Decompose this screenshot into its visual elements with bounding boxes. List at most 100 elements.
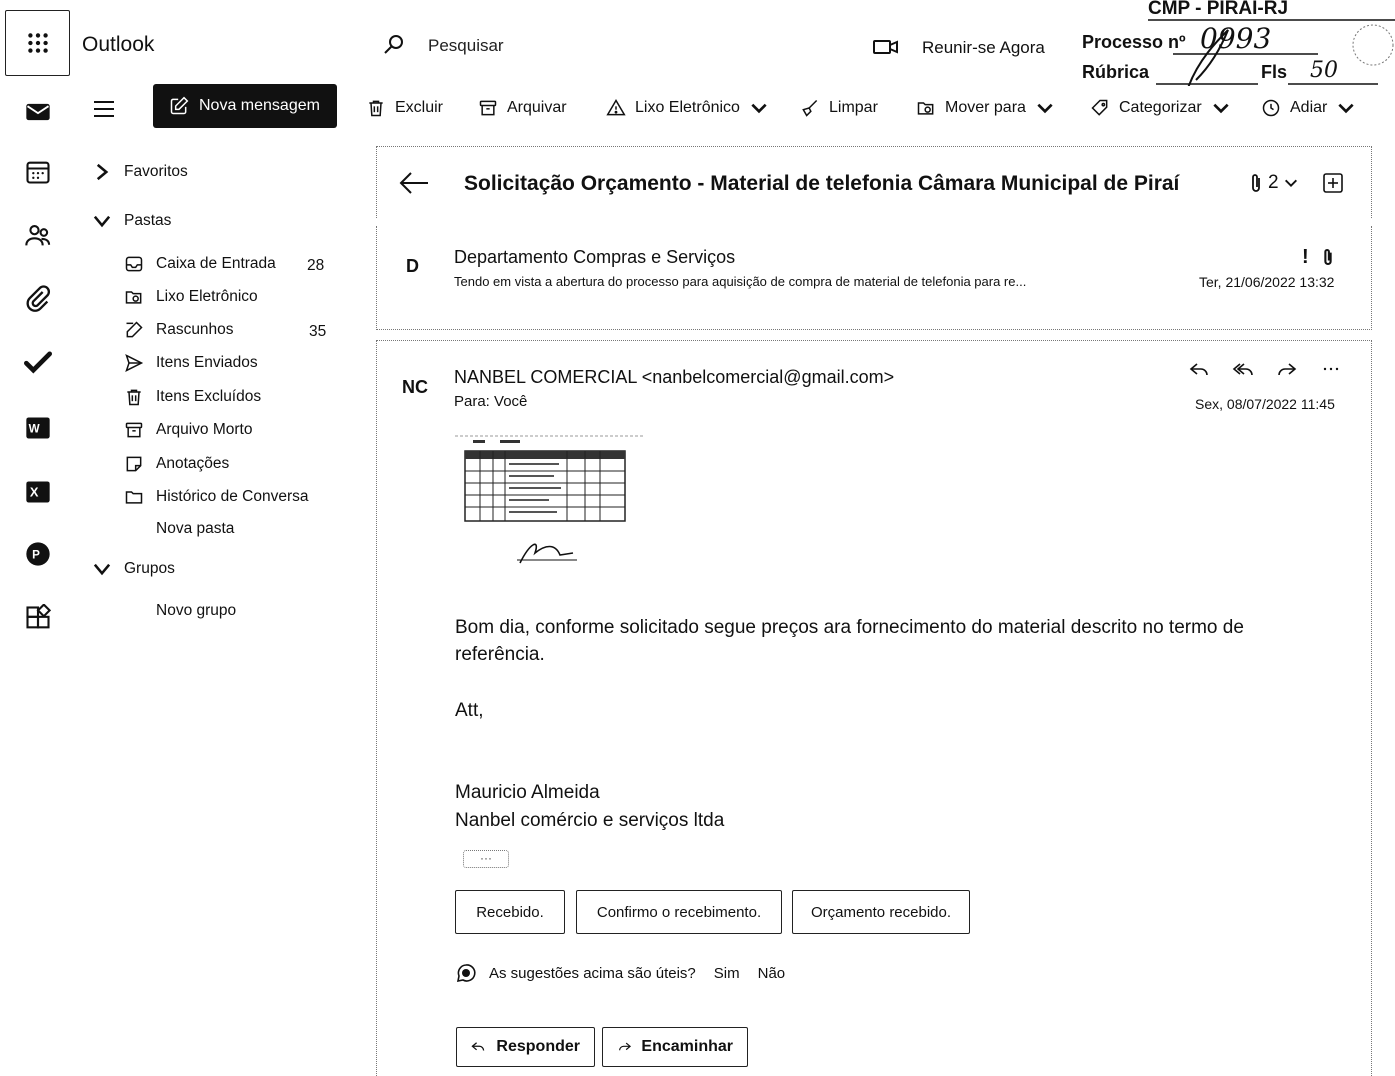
junk-label: Lixo Eletrônico [635,99,740,116]
more-actions-icon[interactable] [1320,358,1342,380]
new-group-link[interactable]: Novo grupo [156,602,236,620]
attachments-dropdown[interactable]: 2 [1248,172,1299,194]
tag-icon [1090,98,1110,118]
avatar: NC [402,377,428,397]
folder-label: Histórico de Conversa [156,488,309,505]
show-more-button[interactable]: ··· [463,850,509,868]
folder-label: Itens Enviados [156,354,258,371]
embedded-document-image [455,433,645,583]
search-icon[interactable] [382,32,406,56]
folder-count: 35 [309,323,327,340]
feedback-no-link[interactable]: Não [758,965,786,982]
archive-icon [124,420,144,440]
forward-button[interactable]: Encaminhar [602,1027,748,1067]
popout-icon[interactable] [1322,172,1344,194]
move-folder-icon [916,98,936,118]
junk-button[interactable]: Lixo Eletrônico [606,96,769,120]
categorize-button[interactable]: Categorizar [1090,96,1231,120]
nav-folders-label: Pastas [124,212,172,229]
sweep-label: Limpar [829,99,878,116]
folder-inbox[interactable]: Caixa de Entrada [124,254,276,274]
back-arrow-icon[interactable] [398,170,430,196]
forward-icon[interactable] [1276,358,1298,380]
people-icon[interactable] [24,222,52,250]
folder-notes[interactable]: Anotações [124,454,229,474]
feedback-yes-link[interactable]: Sim [714,965,740,982]
archive-button[interactable]: Arquivar [478,96,567,120]
folder-drafts[interactable]: Rascunhos [124,320,234,340]
word-icon[interactable]: W [24,414,52,442]
folder-junk[interactable]: Lixo Eletrônico [124,287,258,307]
archive-label: Arquivar [507,99,567,116]
junk-icon [124,287,144,307]
suggested-reply-button[interactable]: Recebido. [455,890,565,934]
avatar: D [406,256,419,276]
message-body-line: Bom dia, conforme solicitado segue preço… [455,617,1244,638]
search-input[interactable]: Pesquisar [428,36,504,56]
thread-subject: Solicitação Orçamento - Material de tele… [464,172,1180,195]
chevron-right-icon [92,162,112,182]
chevron-down-icon [1035,98,1055,118]
svg-text:W: W [29,423,40,436]
forward-label: Encaminhar [641,1038,733,1055]
nav-favorites[interactable]: Favoritos [92,162,188,182]
notes-icon [124,454,144,474]
chevron-down-icon [749,98,769,118]
deleted-icon [124,387,144,407]
folder-label: Rascunhos [156,321,234,338]
video-icon[interactable] [872,38,900,56]
move-to-button[interactable]: Mover para [916,96,1055,120]
excel-icon[interactable]: X [24,478,52,506]
reply-label: Responder [496,1038,580,1055]
mail-icon[interactable] [24,98,52,126]
sent-icon [124,353,144,373]
chevron-down-icon [92,559,112,579]
folder-sent[interactable]: Itens Enviados [124,353,258,373]
feedback-icon [455,962,477,984]
meet-now-button[interactable]: Reunir-se Agora [922,38,1045,58]
nav-groups[interactable]: Grupos [92,559,175,579]
message-date: Sex, 08/07/2022 11:45 [1195,396,1335,412]
folder-deleted[interactable]: Itens Excluídos [124,387,261,407]
suggested-reply-button[interactable]: Orçamento recebido. [792,890,970,934]
nav-groups-label: Grupos [124,560,175,577]
signature-name: Mauricio Almeida [455,782,600,803]
apps-icon[interactable] [24,604,52,632]
reply-icon[interactable] [1188,358,1210,380]
folder-label: Caixa de Entrada [156,255,276,272]
message-preview: Tendo em vista a abertura do processo pa… [454,274,1027,289]
trash-icon [366,98,386,118]
reply-button[interactable]: Responder [456,1027,595,1067]
todo-check-icon[interactable] [24,348,52,376]
snooze-button[interactable]: Adiar [1261,96,1356,120]
app-launcher-button[interactable] [5,10,70,76]
warning-triangle-icon [606,98,626,118]
nav-favorites-label: Favoritos [124,163,188,180]
new-folder-link[interactable]: Nova pasta [156,520,234,538]
archive-icon [478,98,498,118]
attachment-icon[interactable] [24,285,52,313]
message-flags: ! [1302,246,1335,269]
message-actions [1188,358,1342,380]
suggested-reply-button[interactable]: Confirmo o recebimento. [576,890,782,934]
sweep-button[interactable]: Limpar [800,96,878,120]
delete-button[interactable]: Excluir [366,96,443,120]
chevron-down-icon [92,211,112,231]
powerpoint-icon[interactable]: P [24,540,52,568]
nav-folders[interactable]: Pastas [92,211,171,231]
folder-history[interactable]: Histórico de Conversa [124,487,308,507]
reply-all-icon[interactable] [1232,358,1254,380]
snooze-label: Adiar [1290,99,1328,116]
suggestions-feedback: As sugestões acima são úteis? Sim Não [455,962,785,984]
forward-icon [617,1038,632,1056]
feedback-question: As sugestões acima são úteis? [489,964,696,982]
new-message-button[interactable]: Nova mensagem [153,84,337,128]
stamp-lines [1148,19,1395,86]
drafts-icon [124,320,144,340]
app-name: Outlook [82,33,155,56]
hamburger-menu-icon[interactable] [92,98,116,120]
calendar-icon[interactable] [24,158,52,186]
chevron-down-icon [1211,98,1231,118]
folder-archive[interactable]: Arquivo Morto [124,420,252,440]
message-body-line: Att, [455,700,484,721]
